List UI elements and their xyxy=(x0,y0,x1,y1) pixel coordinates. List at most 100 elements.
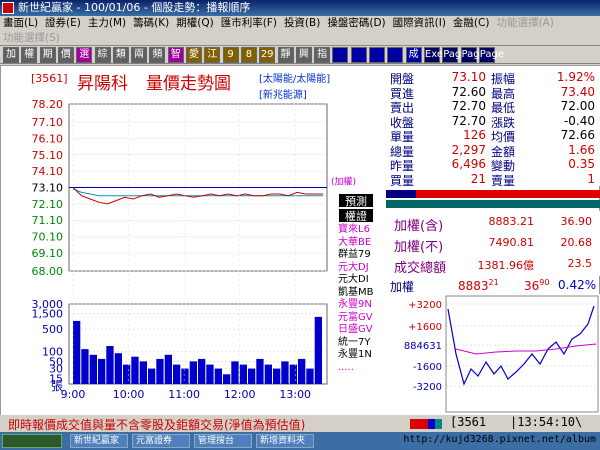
toolbar-button[interactable]: 頻 xyxy=(149,47,166,63)
toolbar-button[interactable]: Page xyxy=(478,47,504,63)
quote-row: 收盤 72.70 漲跌 -0.40 xyxy=(386,114,600,130)
market-value: 1381.96億 xyxy=(477,259,535,272)
toolbar-button[interactable]: 江 xyxy=(204,47,221,63)
toolbar-button[interactable] xyxy=(387,47,404,63)
volume-bar xyxy=(164,354,172,384)
menu-item[interactable]: 期權(Q) xyxy=(176,16,213,31)
menu-item[interactable]: 證券(E) xyxy=(45,16,81,31)
mini-tick-label: -1600 xyxy=(413,362,442,373)
toolbar-button[interactable]: 成 xyxy=(405,47,422,63)
price-tick-label: 70.10 xyxy=(32,231,64,244)
volume-bar xyxy=(248,368,256,384)
volume-bar xyxy=(214,368,222,384)
time-tick-label: 10:00 xyxy=(113,388,145,401)
taskbar-item[interactable]: 管理搜台 xyxy=(194,434,252,448)
status-message: 即時報價成交值與量不含零股及鉅額交易(淨值為預估值) xyxy=(8,418,306,432)
menu-item[interactable]: 操盤密碼(D) xyxy=(327,16,385,31)
market-value: 7490.81 xyxy=(488,236,535,249)
warrant-item[interactable]: 群益79 xyxy=(338,249,386,262)
main-panel: [3561] 昇陽科 量價走勢圖 [太陽能/太陽能] [新兆能源] 78.20 7… xyxy=(0,65,600,416)
toolbar: 加權期價選綜類兩頻智愛江 9 8 29 靜興指成 Exe Page Page Page xyxy=(0,46,600,64)
title-bar: 新世紀贏家 - 100/01/06 - 個股走勢：播報順序 xyxy=(0,0,600,16)
toolbar-button[interactable] xyxy=(350,47,367,63)
volume-bar xyxy=(131,356,139,384)
quote-row: 昨量 6,496 變動 0.35 xyxy=(386,157,600,173)
warrant-item[interactable]: 永豐9N xyxy=(338,299,386,312)
volume-bar xyxy=(114,353,122,384)
toolbar-button[interactable] xyxy=(369,47,385,63)
volume-bar xyxy=(148,368,156,384)
volume-bar xyxy=(273,368,281,384)
market-label: 成交總額 xyxy=(394,261,447,276)
toolbar-button[interactable]: 靜 xyxy=(277,47,294,63)
menu-item[interactable]: 主力(M) xyxy=(88,16,126,31)
quote-value: 126 xyxy=(463,128,486,142)
market-summary: 加權(含) 8883.21 36.90 加權(不) 7490.81 20.68 成交總額 13… xyxy=(386,211,600,276)
menu-item[interactable]: 功能選擇(S) xyxy=(3,31,60,46)
toolbar-button[interactable]: 加 xyxy=(3,47,19,63)
menu-item[interactable]: 投資(B) xyxy=(284,16,320,31)
warrant-item[interactable]: 統一7Y xyxy=(338,337,386,350)
menu-item[interactable]: 國際資訊(I) xyxy=(393,16,446,31)
toolbar-button[interactable]: Page xyxy=(442,47,467,63)
mini-tick-label: +1600 xyxy=(408,322,442,333)
quote-value: 72.66 xyxy=(560,128,595,142)
status-code-input[interactable]: [3561 xyxy=(450,415,486,429)
toolbar-button[interactable]: 兩 xyxy=(131,47,148,63)
toolbar-button[interactable]: 智 xyxy=(167,47,184,63)
toolbar-button[interactable]: 價 xyxy=(57,47,74,63)
toolbar-button[interactable]: 權 xyxy=(21,47,38,63)
menu-item[interactable]: 籌碼(K) xyxy=(133,16,169,31)
toolbar-button[interactable]: 9 xyxy=(222,47,239,63)
index-average-line xyxy=(455,343,597,355)
toolbar-button[interactable]: 興 xyxy=(295,47,312,63)
menu-item[interactable]: 畫面(L) xyxy=(3,16,38,31)
price-tick-label: 69.10 xyxy=(32,247,64,260)
menu-item[interactable]: 功能選擇(A) xyxy=(496,16,553,31)
toolbar-button[interactable]: Exe xyxy=(423,47,443,63)
toolbar-button[interactable]: 29 xyxy=(259,47,276,63)
warrant-item[interactable]: 元大DI xyxy=(338,274,386,287)
toolbar-button[interactable]: 類 xyxy=(112,47,129,63)
toolbar-button[interactable]: 期 xyxy=(39,47,56,63)
toolbar-button[interactable]: 綜 xyxy=(94,47,111,63)
volume-bar xyxy=(264,364,272,384)
toolbar-button[interactable]: 指 xyxy=(314,47,331,63)
warrant-item[interactable]: 永豐1N xyxy=(338,349,386,362)
menu-item[interactable]: 匯市利率(F) xyxy=(221,16,277,31)
index-bar: 加權 888321 3690 0.42% xyxy=(386,276,600,294)
quote-value: 72.60 xyxy=(451,84,486,99)
menu-item[interactable]: 金融(C) xyxy=(453,16,490,31)
quote-value: 1 xyxy=(587,171,595,186)
taskbar: http://kujd3268.pixnet.net/album 新世紀贏家 元富… xyxy=(0,432,600,450)
taskbar-item[interactable]: 新世紀贏家 xyxy=(70,434,128,448)
start-button[interactable] xyxy=(2,434,62,448)
bid-ask-bar xyxy=(386,190,600,208)
forecast-label: 預測 xyxy=(345,194,367,208)
market-change: 23.5 xyxy=(567,257,593,270)
market-row: 成交總額 1381.96億 23.5 xyxy=(394,257,594,277)
index-value: 888321 xyxy=(458,278,499,293)
taskbar-item[interactable]: 元富證券 xyxy=(132,434,190,448)
toolbar-button[interactable]: 選 xyxy=(76,47,93,63)
index-pct: 0.42% xyxy=(558,278,597,292)
warrant-item[interactable]: 元大DJ xyxy=(338,262,386,275)
warrant-item[interactable]: 大華BE xyxy=(338,237,386,250)
toolbar-button[interactable] xyxy=(332,47,349,63)
taskbar-item[interactable]: 新增資料夾 xyxy=(256,434,314,448)
warrant-item[interactable]: ..... xyxy=(338,362,386,375)
time-tick-label: 13:00 xyxy=(279,388,311,401)
warrant-item[interactable]: 元富GV xyxy=(338,312,386,325)
toolbar-button[interactable]: 愛 xyxy=(186,47,202,63)
warrant-item[interactable]: 日盛GV xyxy=(338,324,386,337)
volume-tick-label: 1,500 xyxy=(32,308,64,321)
price-tick-label: 73.10 xyxy=(32,182,64,195)
quote-value: 0.35 xyxy=(568,157,595,171)
index-label: 加權 xyxy=(390,280,415,294)
warrant-item[interactable]: 凱基MB xyxy=(338,287,386,300)
mini-tick-label: +3200 xyxy=(408,300,442,311)
toolbar-button[interactable]: 8 xyxy=(240,47,257,63)
toolbar-button[interactable]: Page xyxy=(460,47,486,63)
warrant-item[interactable]: 寶來L6 xyxy=(338,224,386,237)
volume-bar xyxy=(181,368,189,384)
